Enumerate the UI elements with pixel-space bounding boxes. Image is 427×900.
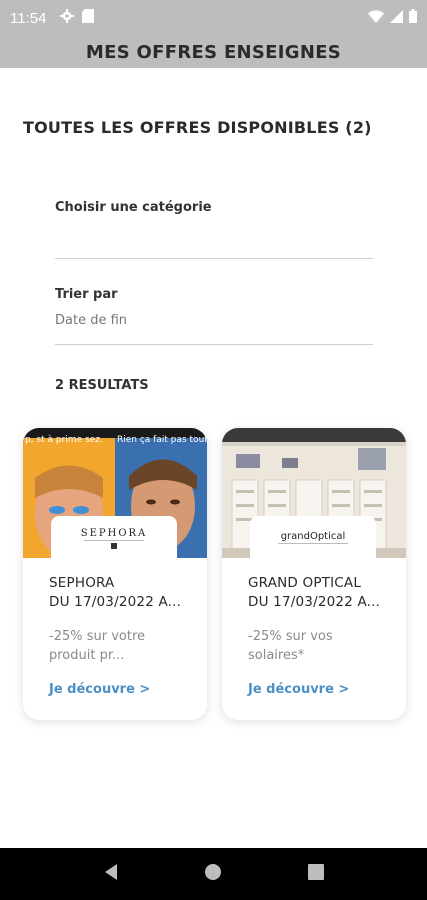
offer-description: -25% sur vos solaires* (248, 627, 398, 665)
grand-optical-logo-text: grandOptical (280, 530, 346, 542)
offer-desc-line1: -25% sur vos (248, 629, 333, 644)
battery-icon (409, 9, 417, 27)
sephora-logo-text: SEPHORA (80, 527, 148, 539)
page-title: MES OFFRES ENSEIGNES (85, 41, 342, 63)
grand-optical-logo: grandOptical (250, 516, 376, 558)
settings-icon (60, 9, 75, 27)
sort-select[interactable]: Trier par Date de fin (55, 287, 373, 345)
wifi-icon (368, 9, 384, 27)
offer-card-sephora[interactable]: p, st à prime sez. Rien ça fait pas tout… (23, 428, 207, 720)
sort-value: Date de fin (55, 313, 128, 328)
discover-link[interactable]: Je découvre > (248, 682, 349, 697)
app-bar: MES OFFRES ENSEIGNES (0, 36, 427, 68)
system-nav-bar (0, 848, 427, 900)
sephora-image-text-left: p, st à prime sez. (25, 435, 103, 445)
home-icon[interactable] (204, 863, 222, 885)
offer-card-grand-optical[interactable]: grandOptical GRAND OPTICAL DU 17/03/2022… (222, 428, 406, 720)
offer-desc-line2: solaires* (248, 648, 305, 663)
offer-desc-line2: produit pr... (49, 648, 125, 663)
offer-title: SEPHORA DU 17/03/2022 A... (49, 574, 199, 612)
signal-icon (390, 9, 403, 27)
sort-label: Trier par (55, 287, 118, 302)
status-time: 11:54 (10, 9, 47, 27)
results-count: 2 RESULTATS (55, 378, 149, 393)
sim-icon (82, 9, 95, 27)
discover-link[interactable]: Je découvre > (49, 682, 150, 697)
section-title: TOUTES LES OFFRES DISPONIBLES (2) (23, 118, 372, 137)
category-select[interactable]: Choisir une catégorie (55, 200, 373, 259)
offer-title-line2: DU 17/03/2022 A... (248, 594, 381, 610)
offer-image-sephora: p, st à prime sez. Rien ça fait pas tout… (23, 428, 207, 558)
recents-icon[interactable] (308, 864, 325, 884)
category-value (55, 226, 373, 244)
offer-image-grand-optical: grandOptical (222, 428, 406, 558)
status-bar: 11:54 (0, 0, 427, 36)
back-icon[interactable] (103, 863, 119, 885)
sephora-logo: SEPHORA (51, 516, 177, 558)
offer-title-line1: SEPHORA (49, 575, 115, 591)
offer-title: GRAND OPTICAL DU 17/03/2022 A... (248, 574, 398, 612)
sephora-image-text-right: Rien ça fait pas tout. (117, 435, 207, 445)
offer-title-line2: DU 17/03/2022 A... (49, 594, 182, 610)
category-label: Choisir une catégorie (55, 200, 212, 215)
offer-desc-line1: -25% sur votre (49, 629, 146, 644)
offer-title-line1: GRAND OPTICAL (248, 575, 362, 591)
offer-description: -25% sur votre produit pr... (49, 627, 199, 665)
